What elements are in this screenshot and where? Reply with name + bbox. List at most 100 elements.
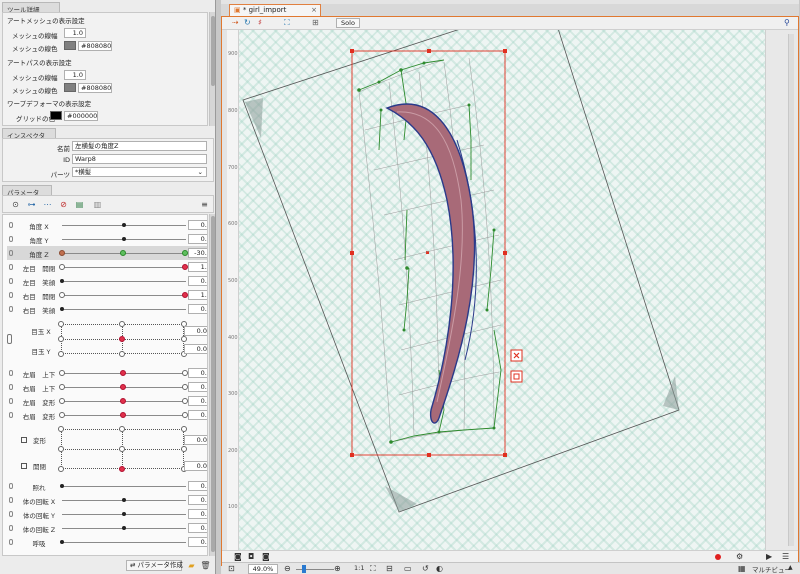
rotate-tool-icon[interactable]: ↻ bbox=[244, 18, 251, 28]
param-slider[interactable] bbox=[62, 281, 186, 282]
eye-icon[interactable] bbox=[9, 525, 13, 531]
param-key[interactable] bbox=[181, 446, 187, 452]
layout-icon[interactable]: ▭ bbox=[404, 564, 412, 573]
model-canvas[interactable] bbox=[239, 30, 765, 550]
artmesh-color-swatch[interactable] bbox=[64, 41, 76, 50]
checkbox[interactable] bbox=[21, 437, 27, 443]
param-knob[interactable] bbox=[60, 540, 64, 544]
grid-icon[interactable]: ▥ bbox=[92, 200, 103, 210]
param-slider[interactable] bbox=[62, 309, 186, 310]
fit-view-icon[interactable]: ⛶ bbox=[284, 18, 290, 28]
list-icon[interactable]: ☰ bbox=[782, 552, 789, 561]
param-value[interactable]: 0.0 bbox=[184, 435, 207, 445]
param-row-angle-y[interactable]: 角度 Y 0.0 bbox=[7, 232, 207, 246]
param-row-left-eye-open[interactable]: 左目 開閉 1.0 bbox=[7, 260, 207, 274]
param-value[interactable]: 0.0 bbox=[184, 326, 207, 336]
param-value[interactable]: 1.0 bbox=[188, 290, 207, 300]
param-row-right-eye-open[interactable]: 右目 開閉 1.0 bbox=[7, 288, 207, 302]
multiview-icon[interactable]: ▦ bbox=[738, 564, 746, 573]
camera-3-icon[interactable]: ◙ bbox=[262, 552, 270, 561]
param-value[interactable]: 1.0 bbox=[188, 262, 207, 272]
add-key-icon[interactable]: ⋯ bbox=[42, 200, 53, 210]
param-key[interactable] bbox=[58, 446, 64, 452]
param-key[interactable] bbox=[58, 321, 64, 327]
play-icon[interactable]: ▶ bbox=[766, 552, 772, 561]
param-value[interactable]: 0.0 bbox=[184, 461, 207, 471]
param-key[interactable] bbox=[119, 466, 125, 472]
eye-icon[interactable] bbox=[9, 384, 13, 390]
param-row-body-z[interactable]: 体の回転 Z 0.0 bbox=[7, 521, 207, 535]
param-knob[interactable] bbox=[122, 498, 126, 502]
create-parameter-button[interactable]: ⇄ パラメータ作成 bbox=[126, 560, 183, 571]
eye-icon[interactable] bbox=[9, 539, 13, 545]
param-value[interactable]: 0.0 bbox=[188, 523, 207, 533]
param-value[interactable]: 0.0 bbox=[188, 304, 207, 314]
eye-icon[interactable] bbox=[9, 236, 13, 242]
param-2d-eyeball[interactable]: 目玉 X 目玉 Y 0.0 0.0 bbox=[7, 318, 207, 358]
artpath-line-color-input[interactable]: #808080 bbox=[78, 83, 112, 93]
search-icon[interactable]: ⚲ bbox=[784, 18, 790, 28]
form-edit-button[interactable] bbox=[510, 370, 523, 383]
param-row-right-brow-y[interactable]: 右眉 上下 0.0 bbox=[7, 380, 207, 394]
param-slider[interactable] bbox=[62, 267, 186, 268]
warp-grid-color-input[interactable]: #000000 bbox=[64, 111, 98, 121]
param-row-angle-x[interactable]: 角度 X 0.0 bbox=[7, 218, 207, 232]
param-value[interactable]: 0.0 bbox=[188, 481, 207, 491]
param-knob[interactable] bbox=[122, 223, 126, 227]
param-value[interactable]: 0.0 bbox=[188, 220, 207, 230]
param-key[interactable] bbox=[59, 292, 65, 298]
param-key[interactable] bbox=[59, 384, 65, 390]
param-key[interactable] bbox=[59, 370, 65, 376]
param-slider[interactable] bbox=[62, 542, 186, 543]
eye-icon[interactable] bbox=[9, 278, 13, 284]
checkbox[interactable] bbox=[21, 463, 27, 469]
param-key[interactable] bbox=[58, 336, 64, 342]
param-key[interactable] bbox=[119, 336, 125, 342]
param-row-angle-z[interactable]: 角度 Z -30.0 bbox=[7, 246, 207, 260]
param-key[interactable] bbox=[59, 412, 65, 418]
param-key[interactable] bbox=[119, 446, 125, 452]
camera-2-icon[interactable]: ◘ bbox=[248, 552, 254, 561]
parameters-tab[interactable]: パラメータ bbox=[2, 185, 52, 197]
solo-button[interactable]: Solo bbox=[336, 18, 360, 28]
param-value[interactable]: 0.0 bbox=[184, 344, 207, 354]
param-value[interactable]: 0.0 bbox=[188, 410, 207, 420]
menu-icon[interactable]: ≡ bbox=[199, 200, 210, 210]
param-row-body-x[interactable]: 体の回転 X 0.0 bbox=[7, 493, 207, 507]
trash-icon[interactable]: 🗑 bbox=[200, 561, 211, 571]
param-key[interactable] bbox=[120, 384, 126, 390]
inspector-name-input[interactable]: 左横髪の角度Z bbox=[72, 141, 207, 151]
param-value[interactable]: 0.0 bbox=[188, 276, 207, 286]
param-key[interactable] bbox=[59, 250, 65, 256]
frame-icon[interactable]: ⊟ bbox=[386, 564, 393, 573]
inspector-tab[interactable]: インスペクタ bbox=[2, 128, 56, 140]
param-key[interactable] bbox=[58, 351, 64, 357]
camera-icon[interactable]: ◙ bbox=[234, 552, 242, 561]
hair-strand[interactable] bbox=[385, 103, 476, 424]
param-knob[interactable] bbox=[60, 279, 64, 283]
zoom-out-icon[interactable]: ⊖ bbox=[284, 564, 291, 573]
link-keys-icon[interactable]: ⊶ bbox=[26, 200, 37, 210]
folder-icon[interactable]: ▰ bbox=[186, 561, 197, 571]
multiview-label[interactable]: マルチビュー bbox=[752, 564, 791, 574]
param-key[interactable] bbox=[119, 351, 125, 357]
deformer-tool-icon[interactable]: ⇢ bbox=[232, 18, 239, 28]
param-key[interactable] bbox=[119, 321, 125, 327]
link-icon[interactable] bbox=[7, 334, 12, 344]
eye-icon[interactable] bbox=[9, 306, 13, 312]
param-key[interactable] bbox=[58, 466, 64, 472]
fit-screen-icon[interactable]: ⊡ bbox=[228, 564, 235, 573]
eye-icon[interactable] bbox=[9, 497, 13, 503]
param-slider[interactable] bbox=[62, 295, 186, 296]
actual-size-button[interactable]: 1:1 bbox=[354, 564, 364, 572]
param-key[interactable] bbox=[58, 426, 64, 432]
param-row-right-brow-form[interactable]: 右眉 変形 0.0 bbox=[7, 408, 207, 422]
inspector-parts-select[interactable]: *横髪 ⌄ bbox=[72, 167, 207, 177]
eye-icon[interactable] bbox=[9, 264, 13, 270]
param-key[interactable] bbox=[119, 426, 125, 432]
view-scrollbar[interactable] bbox=[788, 34, 794, 546]
param-value[interactable]: 0.0 bbox=[188, 396, 207, 406]
param-row-left-brow-y[interactable]: 左眉 上下 0.0 bbox=[7, 366, 207, 380]
eye-icon[interactable] bbox=[9, 483, 13, 489]
glue-tool-icon[interactable]: ♯ bbox=[258, 18, 262, 28]
